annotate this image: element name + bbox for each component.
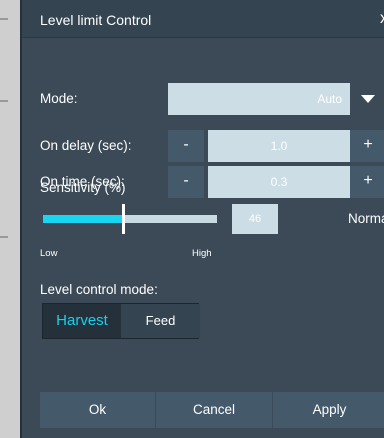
on-delay-value-field[interactable]: 1.0 [208, 130, 350, 162]
sensitivity-label: Sensitivity (%) [40, 180, 126, 195]
apply-button[interactable]: Apply [273, 392, 384, 428]
cancel-button[interactable]: Cancel [156, 392, 272, 428]
harvest-option[interactable]: Harvest [43, 304, 121, 338]
sensitivity-status: Norma [348, 211, 384, 226]
on-time-decrement-button[interactable]: - [168, 166, 204, 198]
sensitivity-high-label: High [192, 248, 212, 259]
dialog-titlebar: Level limit Control x [22, 0, 384, 38]
background-tick [0, 18, 8, 20]
mode-dropdown-button[interactable] [350, 83, 384, 115]
on-delay-label: On delay (sec): [40, 138, 132, 153]
background-tick [0, 100, 8, 102]
on-delay-decrement-button[interactable]: - [168, 130, 204, 162]
on-time-increment-button[interactable]: + [350, 166, 384, 198]
feed-option[interactable]: Feed [121, 304, 200, 338]
mode-value: Auto [317, 92, 342, 106]
dialog-footer: Ok Cancel Apply [40, 392, 384, 428]
background-tick [0, 236, 8, 238]
level-control-mode-toggle: Harvest Feed [42, 303, 200, 339]
on-delay-increment-button[interactable]: + [350, 130, 384, 162]
triangle-down-icon [361, 95, 375, 103]
close-icon[interactable]: x [380, 10, 384, 28]
sensitivity-slider-track[interactable] [43, 215, 217, 223]
mode-select[interactable]: Auto [168, 83, 350, 115]
on-time-value-field[interactable]: 0.3 [208, 166, 350, 198]
level-limit-control-dialog: Level limit Control x Mode: Auto On dela… [20, 0, 384, 438]
mode-label: Mode: [40, 91, 78, 106]
sensitivity-slider-thumb[interactable] [122, 204, 125, 234]
sensitivity-low-label: Low [40, 248, 58, 259]
sensitivity-slider-fill [43, 215, 123, 223]
level-control-mode-label: Level control mode: [40, 282, 158, 297]
ok-button[interactable]: Ok [40, 392, 155, 428]
dialog-title: Level limit Control [40, 12, 152, 28]
sensitivity-value-field[interactable]: 46 [232, 204, 278, 234]
